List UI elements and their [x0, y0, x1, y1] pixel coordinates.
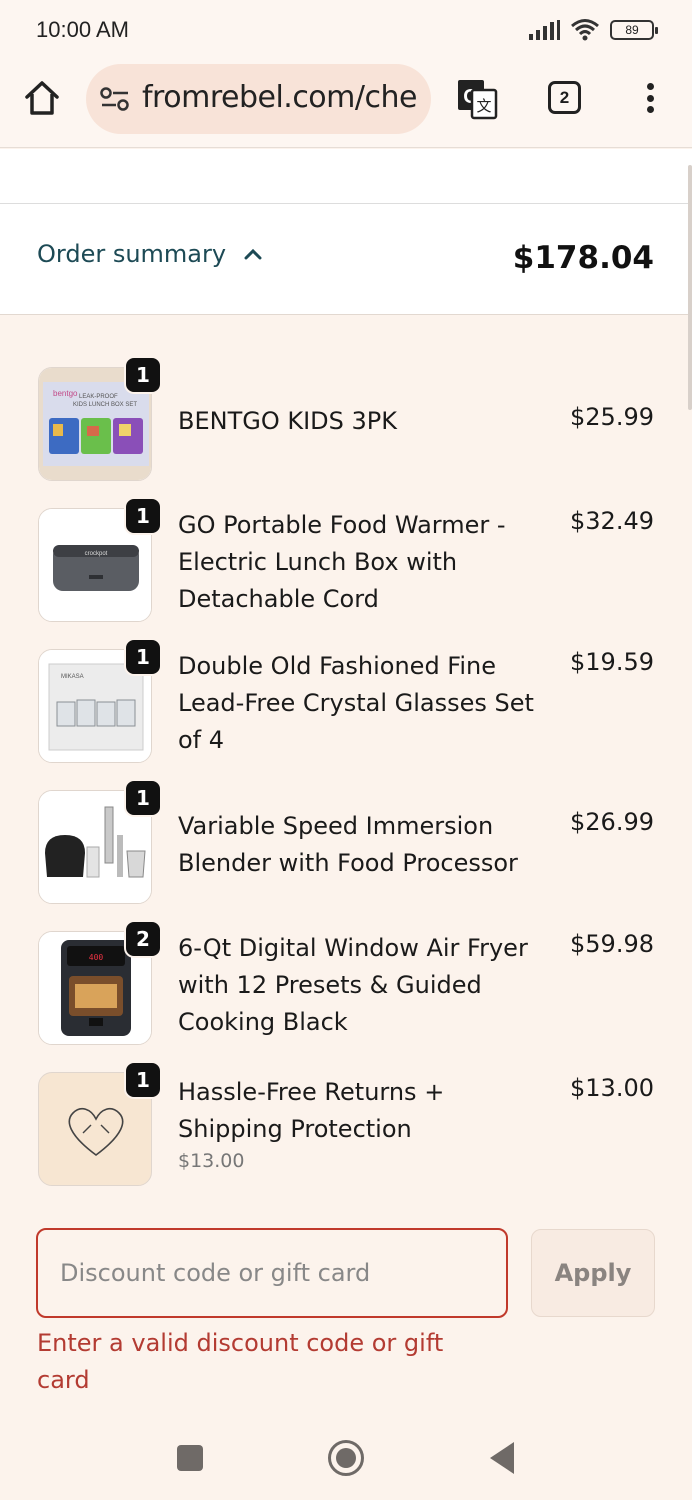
- item-name: Double Old Fashioned Fine Lead-Free Crys…: [178, 652, 534, 754]
- home-icon[interactable]: [22, 78, 62, 118]
- url-bar[interactable]: fromrebel.com/che: [86, 64, 431, 134]
- apply-button[interactable]: Apply: [531, 1229, 655, 1317]
- chevron-up-icon: [244, 248, 262, 260]
- order-total: $178.04: [512, 240, 654, 276]
- divider: [0, 314, 692, 315]
- item-name: Hassle-Free Returns + Shipping Protectio…: [178, 1078, 445, 1143]
- browser-toolbar: fromrebel.com/che G 文 2: [0, 60, 692, 148]
- quantity-badge: 1: [124, 356, 162, 394]
- status-bar: 10:00 AM 89: [0, 0, 692, 60]
- svg-text:400: 400: [89, 953, 104, 962]
- order-summary-toggle[interactable]: Order summary: [37, 240, 262, 268]
- recents-icon[interactable]: [177, 1445, 203, 1471]
- item-price: $19.59: [570, 648, 654, 676]
- item-price: $32.49: [570, 507, 654, 535]
- quantity-badge: 1: [124, 638, 162, 676]
- item-name: BENTGO KIDS 3PK: [178, 407, 397, 435]
- status-icons: 89: [528, 18, 658, 42]
- wifi-icon: [571, 19, 599, 41]
- item-price: $26.99: [570, 808, 654, 836]
- site-settings-icon[interactable]: [100, 86, 130, 112]
- item-name: GO Portable Food Warmer - Electric Lunch…: [178, 511, 506, 613]
- url-text: fromrebel.com/che: [142, 80, 417, 115]
- item-price: $13.00: [570, 1074, 654, 1102]
- svg-text:MIKASA: MIKASA: [61, 674, 84, 680]
- translate-icon[interactable]: G 文: [456, 78, 498, 120]
- more-menu-icon[interactable]: [638, 80, 662, 116]
- battery-icon: 89: [610, 20, 658, 40]
- battery-level: 89: [625, 23, 639, 37]
- tab-count: 2: [559, 87, 570, 107]
- system-nav-bar: [0, 1420, 692, 1500]
- scrollbar[interactable]: [688, 165, 692, 410]
- home-nav-icon[interactable]: [328, 1440, 364, 1476]
- order-summary-label: Order summary: [37, 240, 227, 268]
- order-summary-header-band: [0, 149, 692, 315]
- discount-code-input[interactable]: [36, 1228, 508, 1318]
- item-unit-price: $13.00: [178, 1150, 245, 1172]
- item-price: $59.98: [570, 930, 654, 958]
- svg-text:文: 文: [476, 97, 491, 115]
- status-time: 10:00 AM: [36, 17, 129, 42]
- svg-text:crockpot: crockpot: [85, 551, 108, 557]
- svg-text:LEAK-PROOF: LEAK-PROOF: [79, 394, 118, 400]
- quantity-badge: 1: [124, 1061, 162, 1099]
- discount-error-message: Enter a valid discount code or gift card: [37, 1329, 444, 1394]
- item-name: Variable Speed Immersion Blender with Fo…: [178, 812, 518, 877]
- quantity-badge: 2: [124, 920, 162, 958]
- divider: [0, 203, 692, 204]
- item-price: $25.99: [570, 403, 654, 431]
- back-icon[interactable]: [490, 1442, 514, 1474]
- svg-text:bentgo: bentgo: [53, 389, 78, 398]
- item-name: 6-Qt Digital Window Air Fryer with 12 Pr…: [178, 934, 528, 1036]
- tab-switcher-button[interactable]: 2: [548, 81, 581, 114]
- quantity-badge: 1: [124, 779, 162, 817]
- quantity-badge: 1: [124, 497, 162, 535]
- svg-text:KIDS LUNCH BOX SET: KIDS LUNCH BOX SET: [73, 402, 137, 408]
- signal-icon: [529, 20, 560, 40]
